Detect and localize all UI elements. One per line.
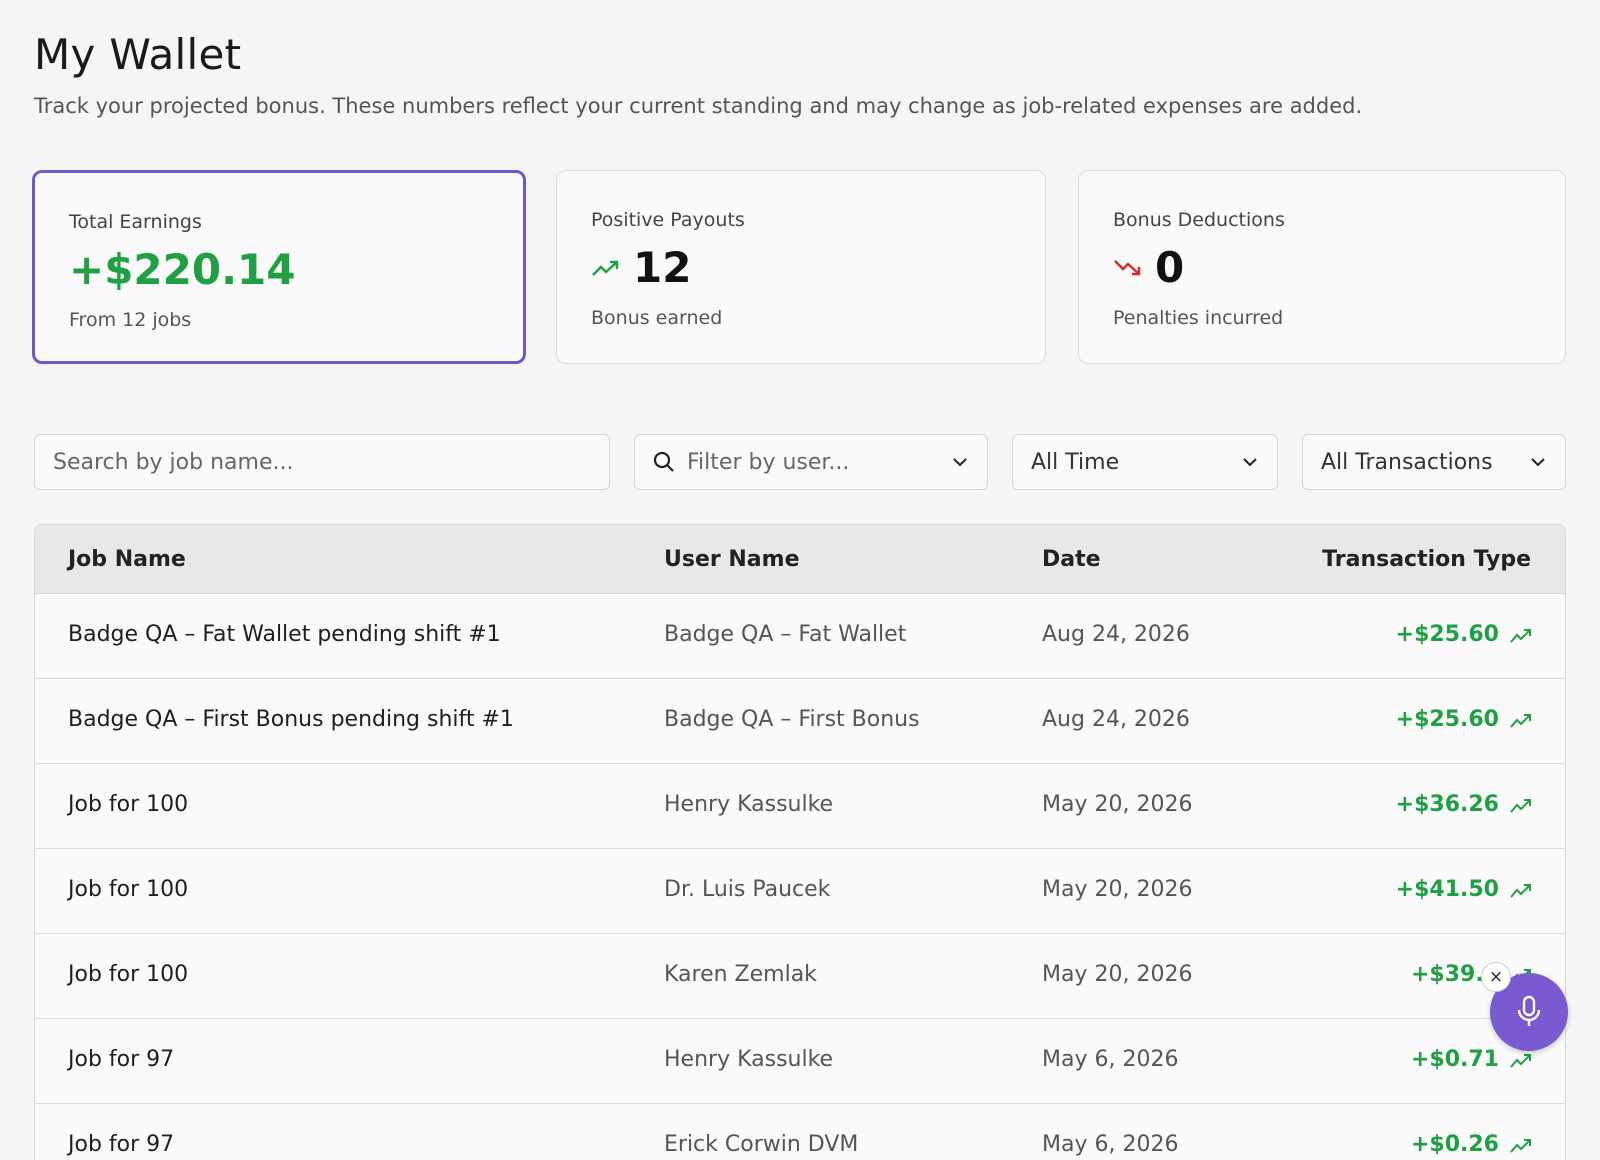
date-cell: Aug 24, 2026 [1042, 622, 1190, 647]
total-earnings-label: Total Earnings [69, 211, 202, 233]
table-row[interactable]: Badge QA – First Bonus pending shift #1 … [35, 679, 1565, 764]
table-row[interactable]: Badge QA – Fat Wallet pending shift #1 B… [35, 594, 1565, 679]
job-search-input[interactable]: Search by job name... [34, 434, 610, 490]
positive-payouts-card[interactable]: Positive Payouts 12 Bonus earned [556, 170, 1046, 364]
positive-payouts-value: 12 [633, 243, 692, 292]
user-name-cell: Karen Zemlak [664, 962, 817, 987]
transaction-type-select[interactable]: All Transactions [1302, 434, 1566, 490]
positive-payouts-label: Positive Payouts [591, 209, 745, 231]
table-row[interactable]: Job for 100 Karen Zemlak May 20, 2026 +$… [35, 934, 1565, 1019]
header-transaction-type[interactable]: Transaction Type [1322, 547, 1531, 572]
job-name-cell: Job for 97 [68, 1047, 175, 1072]
table-row[interactable]: Job for 97 Erick Corwin DVM May 6, 2026 … [35, 1104, 1565, 1160]
trending-up-icon [1510, 799, 1531, 813]
user-filter-placeholder: Filter by user... [687, 449, 850, 475]
total-earnings-card[interactable]: Total Earnings +$220.14 From 12 jobs [32, 170, 526, 364]
time-range-value: All Time [1031, 449, 1120, 475]
trending-up-icon [1510, 884, 1531, 898]
amount-cell: +$0.26 [1410, 1132, 1499, 1157]
bonus-deductions-card[interactable]: Bonus Deductions 0 Penalties incurred [1078, 170, 1566, 364]
amount-cell: +$41.50 [1395, 877, 1499, 902]
amount-cell: +$0.71 [1410, 1047, 1499, 1072]
date-cell: May 20, 2026 [1042, 792, 1193, 817]
header-date[interactable]: Date [1042, 547, 1101, 572]
job-name-cell: Badge QA – First Bonus pending shift #1 [68, 707, 514, 732]
job-search-placeholder: Search by job name... [53, 449, 294, 475]
date-cell: May 6, 2026 [1042, 1047, 1179, 1072]
search-icon [653, 451, 674, 472]
user-name-cell: Badge QA – First Bonus [664, 707, 920, 732]
trending-up-icon [1510, 629, 1531, 643]
trending-up-icon [592, 260, 619, 276]
date-cell: May 20, 2026 [1042, 962, 1193, 987]
header-job-name[interactable]: Job Name [68, 547, 186, 572]
transactions-table: Job Name User Name Date Transaction Type… [34, 524, 1566, 1160]
page-subtitle: Track your projected bonus. These number… [34, 94, 1363, 118]
microphone-icon [1517, 995, 1541, 1026]
job-name-cell: Job for 97 [68, 1132, 175, 1157]
trending-up-icon [1510, 1139, 1531, 1153]
table-row[interactable]: Job for 97 Henry Kassulke May 6, 2026 +$… [35, 1019, 1565, 1104]
table-header: Job Name User Name Date Transaction Type [35, 525, 1565, 594]
trending-up-icon [1510, 714, 1531, 728]
date-cell: May 6, 2026 [1042, 1132, 1179, 1157]
job-name-cell: Job for 100 [68, 877, 189, 902]
header-user-name[interactable]: User Name [664, 547, 800, 572]
page-title: My Wallet [34, 30, 242, 79]
transaction-type-value: All Transactions [1321, 449, 1493, 475]
job-name-cell: Job for 100 [68, 962, 189, 987]
trending-down-icon [1114, 259, 1141, 275]
bonus-deductions-label: Bonus Deductions [1113, 209, 1285, 231]
voice-widget-close-button[interactable]: × [1481, 962, 1511, 992]
amount-cell: +$25.60 [1395, 622, 1499, 647]
total-earnings-value: +$220.14 [69, 245, 296, 294]
chevron-down-icon [953, 458, 967, 467]
user-name-cell: Erick Corwin DVM [664, 1132, 859, 1157]
close-icon: × [1488, 967, 1504, 987]
user-name-cell: Henry Kassulke [664, 792, 834, 817]
job-name-cell: Badge QA – Fat Wallet pending shift #1 [68, 622, 501, 647]
user-name-cell: Henry Kassulke [664, 1047, 834, 1072]
time-range-select[interactable]: All Time [1012, 434, 1278, 490]
table-row[interactable]: Job for 100 Henry Kassulke May 20, 2026 … [35, 764, 1565, 849]
total-earnings-sub: From 12 jobs [69, 309, 192, 331]
amount-cell: +$25.60 [1395, 707, 1499, 732]
bonus-deductions-value: 0 [1155, 243, 1185, 292]
user-name-cell: Dr. Luis Paucek [664, 877, 831, 902]
table-row[interactable]: Job for 100 Dr. Luis Paucek May 20, 2026… [35, 849, 1565, 934]
bonus-deductions-sub: Penalties incurred [1113, 307, 1284, 329]
trending-up-icon [1510, 1054, 1531, 1068]
job-name-cell: Job for 100 [68, 792, 189, 817]
amount-cell: +$36.26 [1395, 792, 1499, 817]
date-cell: May 20, 2026 [1042, 877, 1193, 902]
chevron-down-icon [1531, 458, 1545, 467]
positive-payouts-sub: Bonus earned [591, 307, 723, 329]
user-name-cell: Badge QA – Fat Wallet [664, 622, 907, 647]
chevron-down-icon [1243, 458, 1257, 467]
date-cell: Aug 24, 2026 [1042, 707, 1190, 732]
user-filter-dropdown[interactable]: Filter by user... [634, 434, 988, 490]
